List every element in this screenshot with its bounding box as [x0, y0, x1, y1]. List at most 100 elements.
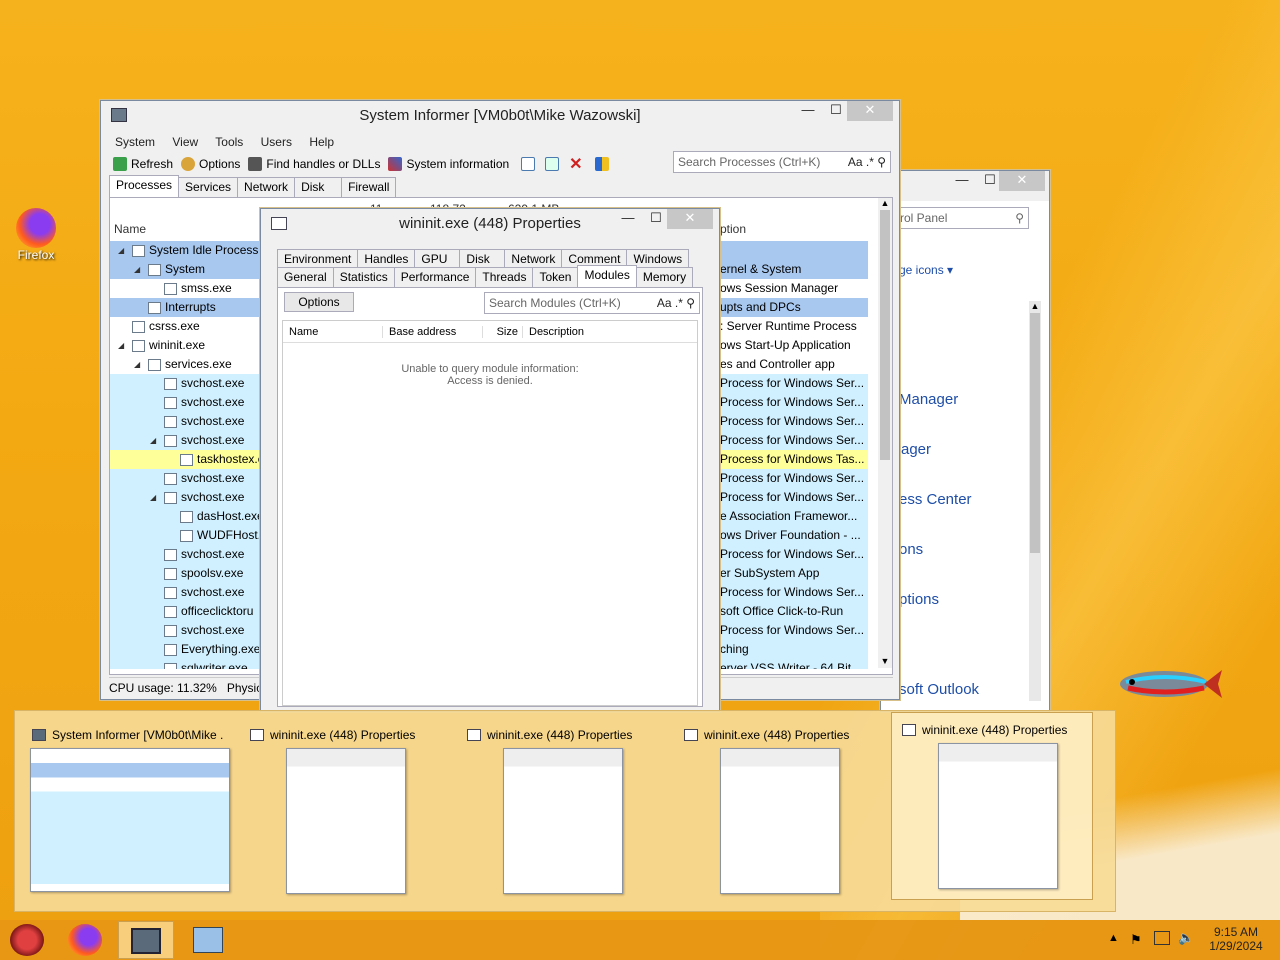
expand-toggle-icon[interactable]: ◢	[118, 336, 128, 355]
firefox-desktop-icon[interactable]: Firefox	[8, 208, 64, 262]
tab-services[interactable]: Services	[178, 177, 239, 197]
process-description[interactable]: Process for Windows Ser...	[720, 431, 868, 450]
flag-icon[interactable]: ⚑	[1130, 932, 1142, 948]
properties-dialog[interactable]: wininit.exe (448) Properties — ☐ ✕ Envir…	[260, 208, 720, 712]
match-case-toggle[interactable]: Aa	[657, 296, 672, 310]
process-description[interactable]: ows Start-Up Application	[720, 336, 868, 355]
process-row[interactable]: sqlwriter.exe	[110, 659, 262, 669]
shield-icon[interactable]	[594, 157, 609, 171]
tab-general[interactable]: General	[277, 267, 334, 287]
taskbar-thumbnail[interactable]: wininit.exe (448) Properties	[240, 718, 442, 904]
ladybug-app-icon[interactable]	[10, 924, 44, 956]
taskbar-thumbnail[interactable]: wininit.exe (448) Properties	[891, 712, 1093, 900]
tab-processes[interactable]: Processes	[109, 175, 180, 197]
tab-threads[interactable]: Threads	[475, 267, 534, 287]
process-description[interactable]: er SubSystem App	[720, 564, 868, 583]
menu-tools[interactable]: Tools	[215, 135, 243, 149]
process-row[interactable]: ◢ svchost.exe	[110, 488, 262, 507]
process-description[interactable]: ows Driver Foundation - ...	[720, 526, 868, 545]
tab-statistics[interactable]: Statistics	[332, 267, 395, 287]
process-description[interactable]: Process for Windows Ser...	[720, 393, 868, 412]
process-row[interactable]: ◢ System	[110, 260, 262, 279]
cp-item[interactable]: ess Center	[899, 491, 972, 508]
process-description[interactable]: ching	[720, 640, 868, 659]
process-row[interactable]: svchost.exe	[110, 374, 262, 393]
menu-system[interactable]: System	[115, 135, 155, 149]
process-description[interactable]: ernel & System	[720, 260, 868, 279]
col-description[interactable]: Description	[523, 326, 584, 338]
search-processes-input[interactable]: Search Processes (Ctrl+K) Aa .* ⚲	[673, 151, 891, 173]
expand-toggle-icon[interactable]: ◢	[150, 431, 160, 450]
process-description[interactable]: erver VSS Writer - 64 Bit	[720, 659, 868, 669]
expand-toggle-icon[interactable]: ◢	[150, 488, 160, 507]
options-button[interactable]: Options	[181, 157, 240, 171]
cp-item[interactable]: Manager	[899, 391, 958, 408]
process-scrollbar[interactable]: ▲ ▼	[878, 198, 892, 668]
find-handles-button[interactable]: Find handles or DLLs	[248, 157, 380, 171]
process-row[interactable]: ◢ services.exe	[110, 355, 262, 374]
process-row[interactable]: svchost.exe	[110, 393, 262, 412]
process-row[interactable]: svchost.exe	[110, 545, 262, 564]
expand-toggle-icon[interactable]: ◢	[134, 260, 144, 279]
tab-environment[interactable]: Environment	[277, 249, 359, 269]
process-row[interactable]: taskhostex.e	[110, 450, 262, 469]
menu-help[interactable]: Help	[309, 135, 334, 149]
tab-memory[interactable]: Memory	[635, 267, 694, 287]
process-description[interactable]: Process for Windows Ser...	[720, 545, 868, 564]
tab-firewall[interactable]: Firewall	[341, 177, 397, 197]
process-row[interactable]: spoolsv.exe	[110, 564, 262, 583]
tab-gpu[interactable]: GPU	[414, 249, 461, 269]
taskbar-thumbnail[interactable]: wininit.exe (448) Properties	[674, 718, 876, 904]
taskbar-thumbnail[interactable]: System Informer [VM0b0t\Mike ...	[22, 718, 230, 904]
refresh-button[interactable]: Refresh	[113, 157, 173, 171]
options-button[interactable]: Options	[284, 292, 354, 312]
process-description[interactable]: Process for Windows Ser...	[720, 469, 868, 488]
tab-disk[interactable]: Disk	[459, 249, 506, 269]
process-row[interactable]: smss.exe	[110, 279, 262, 298]
cp-scrollbar[interactable]: ▲	[1029, 301, 1041, 701]
control-panel-taskbar-button[interactable]	[180, 921, 236, 959]
tab-handles[interactable]: Handles	[357, 249, 416, 269]
title-bar[interactable]: System Informer [VM0b0t\Mike Wazowski] —…	[101, 101, 899, 131]
process-description[interactable]: Process for Windows Ser...	[720, 374, 868, 393]
process-row[interactable]: dasHost.exe	[110, 507, 262, 526]
process-description[interactable]: Process for Windows Ser...	[720, 412, 868, 431]
cp-item[interactable]: ptions	[899, 591, 939, 608]
system-information-button[interactable]: System information	[388, 157, 509, 171]
cp-item[interactable]: ager	[901, 441, 931, 458]
dialog-close-button[interactable]: ✕	[667, 209, 713, 229]
terminate-icon[interactable]: ✕	[569, 154, 582, 174]
process-description[interactable]	[720, 241, 868, 260]
modules-list[interactable]: Name Base address Size Description Unabl…	[282, 320, 698, 706]
process-row[interactable]: svchost.exe	[110, 412, 262, 431]
window-icon[interactable]	[521, 157, 536, 171]
process-row[interactable]: csrss.exe	[110, 317, 262, 336]
process-description[interactable]: upts and DPCs	[720, 298, 868, 317]
process-description[interactable]: es and Controller app	[720, 355, 868, 374]
dialog-title-bar[interactable]: wininit.exe (448) Properties — ☐ ✕	[261, 209, 719, 239]
process-description[interactable]: Process for Windows Tas...	[720, 450, 868, 469]
process-description[interactable]: Process for Windows Ser...	[720, 583, 868, 602]
process-row[interactable]: ◢ wininit.exe	[110, 336, 262, 355]
tab-token[interactable]: Token	[532, 267, 579, 287]
col-name[interactable]: Name	[283, 325, 383, 338]
expand-toggle-icon[interactable]: ◢	[118, 241, 128, 260]
cp-close-button[interactable]: ✕	[999, 171, 1045, 191]
network-icon[interactable]	[1154, 931, 1170, 945]
process-row[interactable]: Interrupts	[110, 298, 262, 317]
clock[interactable]: 9:15 AM 1/29/2024	[1204, 925, 1268, 953]
process-description[interactable]: ows Session Manager	[720, 279, 868, 298]
cp-search-input[interactable]: rol Panel ⚲	[895, 207, 1029, 229]
process-row[interactable]: ◢ svchost.exe	[110, 431, 262, 450]
process-description[interactable]: e Association Framewor...	[720, 507, 868, 526]
column-description-header[interactable]: ption	[720, 222, 746, 236]
cp-view-by-dropdown[interactable]: ge icons ▾	[899, 263, 953, 277]
menu-view[interactable]: View	[172, 135, 198, 149]
match-case-toggle[interactable]: Aa	[848, 155, 863, 169]
process-row[interactable]: svchost.exe	[110, 583, 262, 602]
volume-muted-icon[interactable]: 🔈	[1178, 930, 1194, 946]
tab-network[interactable]: Network	[504, 249, 563, 269]
cp-item[interactable]: soft Outlook	[899, 681, 979, 698]
process-description[interactable]: Process for Windows Ser...	[720, 488, 868, 507]
tab-disk[interactable]: Disk	[294, 177, 343, 197]
